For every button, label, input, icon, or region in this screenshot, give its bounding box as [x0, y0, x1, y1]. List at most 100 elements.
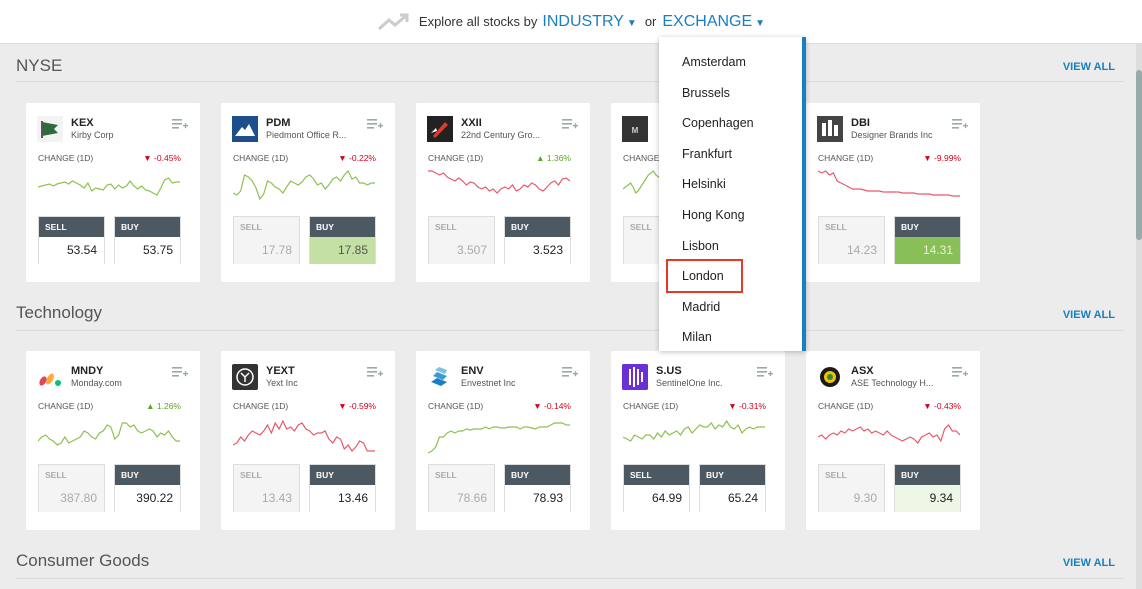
stock-name: Envestnet Inc — [461, 378, 516, 388]
sparkline-chart — [818, 170, 960, 197]
or-text: or — [644, 14, 657, 29]
add-to-watchlist-icon[interactable] — [562, 118, 578, 132]
exchange-option[interactable]: Helsinki — [682, 177, 726, 191]
section-divider — [16, 578, 1124, 579]
exchange-option[interactable]: London — [682, 269, 724, 283]
buy-button[interactable]: BUY 390.22 — [114, 464, 181, 512]
add-to-watchlist-icon[interactable] — [562, 366, 578, 380]
sell-price: 13.43 — [234, 485, 299, 512]
letters-icon: M — [622, 116, 648, 142]
stock-card[interactable]: XXII 22nd Century Gro... CHANGE (1D) ▲ 1.36… — [416, 103, 590, 282]
sparkline-path — [428, 170, 570, 194]
sell-button[interactable]: SELL 3.507 — [428, 216, 495, 264]
sparkline-path — [818, 170, 960, 197]
stock-card[interactable]: MNDY Monday.com CHANGE (1D) ▲ 1.26% SELL 387.… — [26, 351, 200, 530]
buy-button[interactable]: BUY 13.46 — [309, 464, 376, 512]
exchange-option[interactable]: Madrid — [682, 300, 720, 314]
sell-button[interactable]: SELL 14.23 — [818, 216, 885, 264]
stock-card[interactable]: S.US SentinelOne Inc. CHANGE (1D) ▼ -0.31% S… — [611, 351, 785, 530]
scrollbar-thumb[interactable] — [1136, 70, 1142, 240]
stock-card[interactable]: DBI Designer Brands Inc CHANGE (1D) ▼ -9.99… — [806, 103, 980, 282]
yext-icon — [232, 364, 258, 390]
buy-price: 13.46 — [310, 485, 375, 512]
stock-symbol: KEX — [71, 117, 94, 129]
sell-button[interactable]: SELL 387.80 — [38, 464, 105, 512]
buy-button[interactable]: BUY 53.75 — [114, 216, 181, 264]
sparkline-chart — [233, 169, 375, 201]
exchange-option[interactable]: Amsterdam — [682, 55, 746, 69]
sparkline-path — [38, 177, 180, 196]
page-scrollbar[interactable] — [1136, 44, 1142, 589]
buy-label: BUY — [310, 465, 375, 485]
stock-symbol: S.US — [656, 365, 682, 377]
stock-card[interactable]: ASX ASE Technology H... CHANGE (1D) ▼ -0.43… — [806, 351, 980, 530]
change-value: ▼ -0.14% — [533, 401, 571, 411]
stock-card[interactable]: PDM Piedmont Office R... CHANGE (1D) ▼ -0.2… — [221, 103, 395, 282]
sell-button[interactable]: SELL 13.43 — [233, 464, 300, 512]
sell-button[interactable]: SELL 9.30 — [818, 464, 885, 512]
industry-label: INDUSTRY — [542, 12, 624, 30]
stock-symbol: ASX — [851, 365, 874, 377]
exchange-option[interactable]: Hong Kong — [682, 208, 745, 222]
change-label: CHANGE (1D) — [818, 401, 874, 411]
section-title: Consumer Goods — [16, 551, 150, 570]
sparkline-path — [623, 170, 662, 194]
stock-symbol: ENV — [461, 365, 484, 377]
sell-button[interactable]: SELL 78.66 — [428, 464, 495, 512]
sparkline-path — [233, 419, 375, 452]
sell-button[interactable]: SELL 64.99 — [623, 464, 690, 512]
buy-button[interactable]: BUY 14.31 — [894, 216, 961, 264]
change-label: CHANGE (1D) — [623, 401, 679, 411]
sell-price: 14.23 — [819, 237, 884, 264]
change-label: CHANGE (1D) — [38, 401, 94, 411]
chevron-down-icon: ▼ — [626, 17, 637, 29]
add-to-watchlist-icon[interactable] — [757, 366, 773, 380]
exchange-option[interactable]: Frankfurt — [682, 147, 732, 161]
buy-button[interactable]: BUY 9.34 — [894, 464, 961, 512]
view-all-link[interactable]: VIEW ALL — [1063, 309, 1115, 321]
industry-dropdown[interactable]: INDUSTRY ▼ — [542, 13, 636, 31]
explore-text: Explore all stocks by — [418, 14, 538, 29]
buy-price: 17.85 — [310, 237, 375, 264]
buy-button[interactable]: BUY 65.24 — [699, 464, 766, 512]
add-to-watchlist-icon[interactable] — [952, 118, 968, 132]
exchange-option[interactable]: Lisbon — [682, 239, 719, 253]
sell-label: SELL — [819, 465, 884, 485]
sparkline-chart — [38, 422, 180, 446]
change-label: CHANGE (1D) — [818, 153, 874, 163]
sell-label: SELL — [234, 217, 299, 237]
flag-icon — [37, 116, 63, 142]
sell-button[interactable]: SELL 17.78 — [233, 216, 300, 264]
add-to-watchlist-icon[interactable] — [172, 118, 188, 132]
stack-icon — [427, 364, 453, 390]
sell-price: 53.54 — [39, 237, 104, 264]
add-to-watchlist-icon[interactable] — [952, 366, 968, 380]
change-value: ▼ -9.99% — [923, 153, 961, 163]
add-to-watchlist-icon[interactable] — [367, 118, 383, 132]
buy-button[interactable]: BUY 17.85 — [309, 216, 376, 264]
mountain-icon — [232, 116, 258, 142]
exchange-option[interactable]: Copenhagen — [682, 116, 754, 130]
stock-name: Kirby Corp — [71, 130, 114, 140]
change-value: ▼ -0.43% — [923, 401, 961, 411]
stock-card[interactable]: YEXT Yext Inc CHANGE (1D) ▼ -0.59% SELL 13.43… — [221, 351, 395, 530]
buy-button[interactable]: BUY 3.523 — [504, 216, 571, 264]
view-all-link[interactable]: VIEW ALL — [1063, 61, 1115, 73]
change-label: CHANGE (1D) — [233, 153, 289, 163]
exchange-option[interactable]: Milan — [682, 330, 712, 344]
stock-card[interactable]: ENV Envestnet Inc CHANGE (1D) ▼ -0.14% SELL 7… — [416, 351, 590, 530]
add-to-watchlist-icon[interactable] — [367, 366, 383, 380]
sparkline-chart — [818, 424, 960, 444]
sell-button[interactable]: SELL 53.54 — [38, 216, 105, 264]
exchange-option[interactable]: Brussels — [682, 86, 730, 100]
buy-button[interactable]: BUY 78.93 — [504, 464, 571, 512]
sell-label: SELL — [39, 465, 104, 485]
buy-label: BUY — [115, 465, 180, 485]
exchange-dropdown[interactable]: EXCHANGE ▼ — [662, 13, 765, 31]
sparkline-chart — [623, 419, 765, 442]
stock-card[interactable]: KEX Kirby Corp CHANGE (1D) ▼ -0.45% SELL 53.5… — [26, 103, 200, 282]
add-to-watchlist-icon[interactable] — [172, 366, 188, 380]
view-all-link[interactable]: VIEW ALL — [1063, 557, 1115, 569]
stock-name: Monday.com — [71, 378, 122, 388]
change-value: ▼ -0.45% — [143, 153, 181, 163]
